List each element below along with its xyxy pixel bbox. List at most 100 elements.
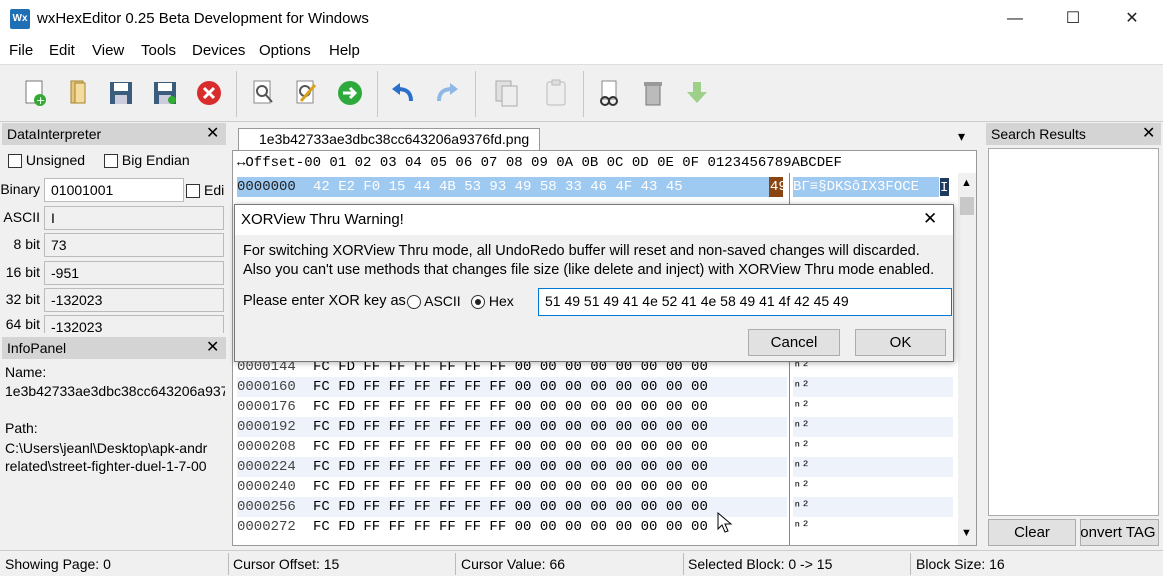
ascii-radio[interactable]: ASCII xyxy=(407,293,461,310)
insert-icon[interactable] xyxy=(682,78,712,108)
data-interpreter-title: DataInterpreter xyxy=(2,123,226,145)
big-endian-label: Big Endian xyxy=(121,152,190,168)
first-text[interactable]: BΓ≡§DKSôIX3FOCE xyxy=(793,177,947,197)
hex-scrollbar[interactable]: ▲ ▼ xyxy=(958,173,976,545)
8bit-row: 8 bit 73 xyxy=(0,231,225,258)
hex-row-bytes[interactable]: FC FD FF FF FF FF FF FF 00 00 00 00 00 0… xyxy=(313,437,708,457)
binary-row: Binary 01001001 Edi xyxy=(0,176,225,203)
xor-prompt: Please enter XOR key as xyxy=(243,293,406,309)
close-file-icon[interactable] xyxy=(194,78,224,108)
close-data-interpreter-icon[interactable]: ✕ xyxy=(206,123,219,143)
status-block-size: Block Size: 16 xyxy=(916,556,1005,572)
dialog-message-2: Also you can't use methods that changes … xyxy=(243,262,935,278)
scroll-thumb[interactable] xyxy=(960,197,974,215)
hex-row-bytes[interactable]: FC FD FF FF FF FF FF FF 00 00 00 00 00 0… xyxy=(313,497,708,517)
unsigned-checkbox[interactable] xyxy=(8,154,22,169)
unsigned-checkbox-wrap[interactable]: Unsigned xyxy=(8,152,86,169)
ascii-row: ASCII I xyxy=(0,204,225,231)
unsigned-label: Unsigned xyxy=(25,152,86,168)
save-icon[interactable] xyxy=(106,78,136,108)
close-search-results-icon[interactable]: ✕ xyxy=(1142,123,1155,143)
menu-bar: File Edit View Tools Devices Options Hel… xyxy=(0,38,1163,64)
hex-row-bytes[interactable]: FC FD FF FF FF FF FF FF 00 00 00 00 00 0… xyxy=(313,477,708,497)
hex-row-text[interactable]: ⁿ² xyxy=(793,517,953,537)
open-file-icon[interactable] xyxy=(63,78,93,108)
hex-row-bytes[interactable]: FC FD FF FF FF FF FF FF 00 00 00 00 00 0… xyxy=(313,417,708,437)
undo-icon[interactable] xyxy=(388,78,418,108)
big-endian-checkbox[interactable] xyxy=(104,154,118,169)
title-bar: Wx wxHexEditor 0.25 Beta Development for… xyxy=(0,0,1163,38)
tab-dropdown-icon[interactable]: ▾ xyxy=(958,128,965,145)
binary-field[interactable]: 01001001 xyxy=(44,178,184,202)
scroll-up-icon[interactable]: ▲ xyxy=(961,177,972,189)
find-replace-icon[interactable] xyxy=(291,78,321,108)
hex-row-text[interactable]: ⁿ² xyxy=(793,437,953,457)
64bit-label: 64 bit xyxy=(5,316,40,332)
cut-icon[interactable] xyxy=(594,78,624,108)
search-results-list[interactable] xyxy=(988,148,1159,516)
path-label: Path: xyxy=(5,420,38,436)
window-title: wxHexEditor 0.25 Beta Development for Wi… xyxy=(37,10,369,27)
hex-header: ↔Offset-00 01 02 03 04 05 06 07 08 09 0A… xyxy=(237,155,842,171)
hex-row-bytes[interactable]: FC FD FF FF FF FF FF FF 00 00 00 00 00 0… xyxy=(313,517,708,537)
edit-checkbox[interactable] xyxy=(186,182,200,199)
name-value: 1e3b42733ae3dbc38cc643206a937 xyxy=(5,383,225,399)
copy-icon[interactable] xyxy=(492,78,522,108)
hex-row-text[interactable]: ⁿ² xyxy=(793,417,953,437)
dialog-message-1: For switching XORView Thru mode, all Und… xyxy=(243,243,920,259)
hex-radio[interactable]: Hex xyxy=(471,293,514,310)
hex-cursor[interactable]: 49 xyxy=(769,177,787,197)
8bit-label: 8 bit xyxy=(13,236,40,252)
maximize-button[interactable]: ☐ xyxy=(1044,0,1102,38)
info-panel-title: InfoPanel xyxy=(2,337,226,359)
hex-row-text[interactable]: ⁿ² xyxy=(793,457,953,477)
ascii-radio-button[interactable] xyxy=(407,295,421,310)
save-as-icon[interactable] xyxy=(150,78,180,108)
32bit-label: 32 bit xyxy=(5,291,40,307)
clear-button[interactable]: Clear xyxy=(988,519,1076,546)
new-file-icon[interactable]: + xyxy=(20,78,50,108)
ascii-label: ASCII xyxy=(3,209,40,225)
search-results-panel: Search Results ✕ Clear Convert TAG xyxy=(984,122,1163,548)
goto-icon[interactable] xyxy=(335,78,365,108)
hex-row-text[interactable]: ⁿ² xyxy=(793,377,953,397)
svg-text:+: + xyxy=(36,94,45,107)
ok-button[interactable]: OK xyxy=(855,329,946,356)
first-bytes[interactable]: 42 E2 F0 15 44 4B 53 93 49 58 33 46 4F 4… xyxy=(313,177,777,197)
hex-row-text[interactable]: ⁿ² xyxy=(793,397,953,417)
big-endian-checkbox-wrap[interactable]: Big Endian xyxy=(104,152,190,169)
hex-row-bytes[interactable]: FC FD FF FF FF FF FF FF 00 00 00 00 00 0… xyxy=(313,377,708,397)
hex-row-bytes[interactable]: FC FD FF FF FF FF FF FF 00 00 00 00 00 0… xyxy=(313,397,708,417)
hex-row-bytes[interactable]: FC FD FF FF FF FF FF FF 00 00 00 00 00 0… xyxy=(313,457,708,477)
hex-row-text[interactable]: ⁿ² xyxy=(793,477,953,497)
cancel-button[interactable]: Cancel xyxy=(748,329,840,356)
scroll-down-icon[interactable]: ▼ xyxy=(961,527,972,539)
hex-row-text[interactable]: ⁿ² xyxy=(793,497,953,517)
close-info-panel-icon[interactable]: ✕ xyxy=(206,337,219,357)
delete-icon[interactable] xyxy=(638,78,668,108)
menu-view[interactable]: View xyxy=(92,42,124,59)
redo-icon[interactable] xyxy=(432,78,462,108)
dialog-close-icon[interactable]: ✕ xyxy=(923,209,937,229)
menu-help[interactable]: Help xyxy=(329,42,360,59)
text-cursor[interactable]: I xyxy=(939,177,950,197)
tab-strip: 1e3b42733ae3dbc38cc643206a9376fd.png ▾ xyxy=(232,126,977,150)
hex-radio-label: Hex xyxy=(488,293,514,309)
menu-options[interactable]: Options xyxy=(259,42,311,59)
menu-edit[interactable]: Edit xyxy=(49,42,75,59)
find-icon[interactable] xyxy=(248,78,278,108)
paste-icon[interactable] xyxy=(541,78,571,108)
tab-file[interactable]: 1e3b42733ae3dbc38cc643206a9376fd.png xyxy=(238,128,541,150)
menu-tools[interactable]: Tools xyxy=(141,42,176,59)
close-window-button[interactable]: ✕ xyxy=(1103,0,1161,38)
mouse-cursor-icon xyxy=(717,512,733,533)
xor-key-input[interactable]: 51 49 51 49 41 4e 52 41 4e 58 49 41 4f 4… xyxy=(538,288,952,316)
ascii-value: I xyxy=(44,206,224,230)
minimize-button[interactable]: — xyxy=(986,0,1044,38)
16bit-label: 16 bit xyxy=(5,264,40,280)
convert-tag-button[interactable]: Convert TAG xyxy=(1080,519,1159,546)
first-offset: 0000000 xyxy=(237,177,313,197)
menu-devices[interactable]: Devices xyxy=(192,42,245,59)
menu-file[interactable]: File xyxy=(9,42,33,59)
hex-radio-button[interactable] xyxy=(471,295,485,310)
